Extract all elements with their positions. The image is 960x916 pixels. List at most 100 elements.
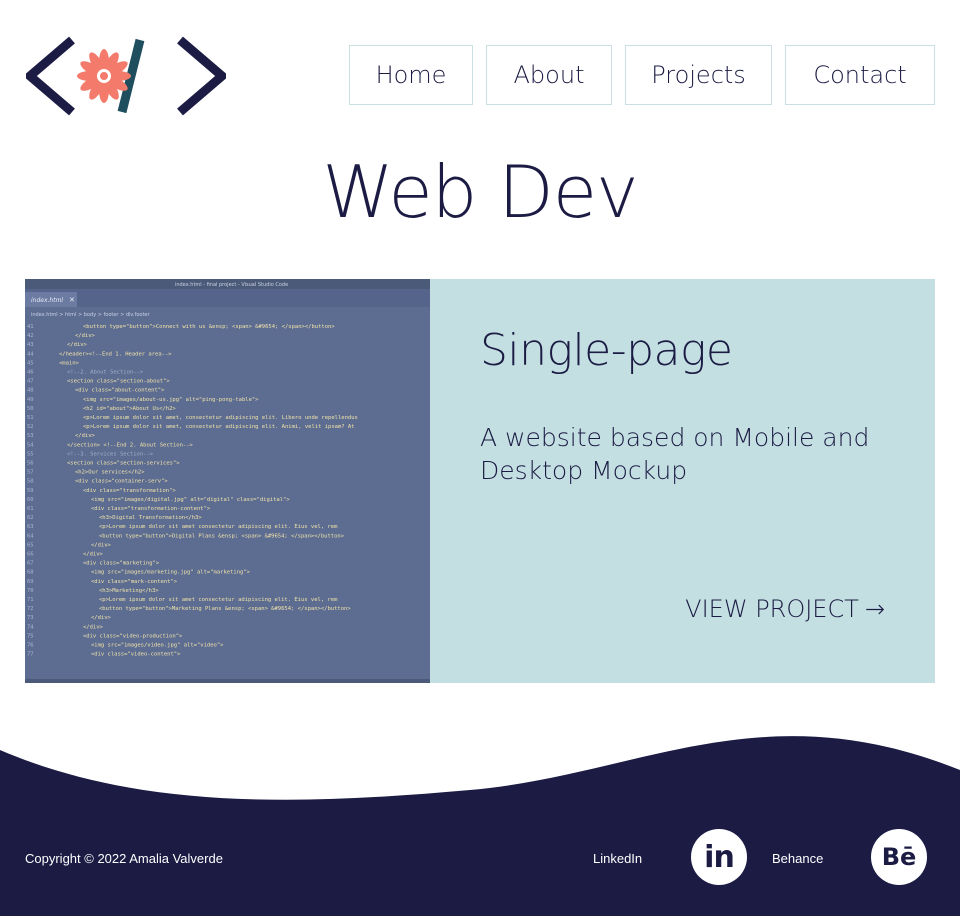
code-line-number: 46: [27, 370, 34, 376]
code-line: <div class="transformation-content">: [91, 506, 211, 512]
code-line-number: 64: [27, 533, 34, 539]
code-line: <p>Lorem ipsum dolor sit amet consectetu…: [99, 524, 338, 530]
code-line-number: 45: [27, 360, 34, 366]
code-line-number: 61: [27, 506, 34, 512]
editor-window-title: index.html - final project - Visual Stud…: [175, 282, 288, 288]
code-line-number: 50: [27, 406, 34, 412]
code-line-number: 56: [27, 461, 34, 467]
project-details: Single-page A website based on Mobile an…: [430, 279, 935, 683]
code-line-number: 54: [27, 442, 34, 448]
code-line-number: 58: [27, 479, 34, 485]
behance-link[interactable]: Behance: [772, 851, 823, 866]
code-line: </div>: [91, 542, 112, 548]
code-line-number: 77: [27, 652, 34, 658]
project-description: A website based on Mobile and Desktop Mo…: [480, 423, 870, 485]
footer: Copyright © 2022 Amalia Valverde LinkedI…: [0, 820, 960, 900]
code-line: <!--3. Services Section-->: [67, 451, 154, 457]
code-line-number: 59: [27, 488, 34, 494]
code-line-number: 70: [27, 588, 34, 594]
code-line-number: 49: [27, 397, 34, 403]
code-flower-icon: [23, 36, 229, 116]
code-line: <main>: [59, 360, 80, 366]
code-line: <img src="images/video.jpg" alt="video">: [91, 643, 224, 649]
code-line-number: 51: [27, 415, 34, 421]
code-line: <button type="button">Connect with us &e…: [83, 324, 335, 330]
code-editor-image: index.html - final project - Visual Stud…: [25, 279, 430, 683]
code-line-number: 53: [27, 433, 34, 439]
behance-icon[interactable]: Bē: [871, 829, 927, 885]
code-line: </div>: [75, 433, 96, 439]
code-line-number: 60: [27, 497, 34, 503]
code-line: </header><!--End 1. Header area-->: [59, 351, 172, 357]
code-line-number: 68: [27, 570, 34, 576]
code-line-number: 63: [27, 524, 34, 530]
code-line-number: 41: [27, 324, 34, 330]
project-card: index.html - final project - Visual Stud…: [25, 279, 935, 683]
editor-tab: index.html: [31, 297, 63, 304]
nav-projects[interactable]: Projects: [625, 45, 772, 105]
code-line-number: 71: [27, 597, 34, 603]
code-line-number: 55: [27, 451, 34, 457]
code-line-number: 44: [27, 351, 34, 357]
code-line: </div>: [75, 333, 96, 339]
code-line: </div>: [67, 342, 88, 348]
code-line: </section> <!--End 2. About Section-->: [67, 442, 194, 448]
code-line-number: 48: [27, 388, 34, 394]
code-line-number: 66: [27, 552, 34, 558]
code-line: <div class="about-content">: [75, 388, 165, 394]
code-line-number: 65: [27, 542, 34, 548]
code-line-number: 74: [27, 624, 34, 630]
code-line: <section class="section-services">: [67, 461, 180, 467]
code-line: <button type="button">Digital Plans &ens…: [99, 533, 345, 539]
code-line: <h3>Marketing</h3>: [99, 588, 159, 594]
code-line-number: 57: [27, 470, 34, 476]
linkedin-link[interactable]: LinkedIn: [593, 851, 642, 866]
linkedin-icon[interactable]: in: [691, 829, 747, 885]
code-line: <img src="images/digital.jpg" alt="digit…: [91, 497, 290, 503]
code-line: <div class="video-content">: [91, 652, 181, 658]
code-line: <div class="mark-content">: [91, 579, 178, 585]
code-line: <h2>Our services</h2>: [75, 470, 145, 476]
code-line-number: 43: [27, 342, 34, 348]
nav-contact[interactable]: Contact: [785, 45, 935, 105]
view-project-link[interactable]: VIEW PROJECT →: [685, 595, 885, 623]
tab-close-icon: ✕: [69, 296, 75, 304]
code-line: <section class="section-about">: [67, 379, 170, 385]
arrow-right-icon: →: [864, 595, 885, 623]
code-line: </div>: [91, 615, 112, 621]
code-line-number: 72: [27, 606, 34, 612]
code-line: <div class="marketing">: [83, 561, 160, 567]
site-logo[interactable]: [23, 36, 229, 116]
main-nav: Home About Projects Contact: [349, 45, 935, 105]
code-line: <p>Lorem ipsum dolor sit amet consectetu…: [99, 597, 338, 603]
code-line: <div class="video-production">: [83, 633, 183, 639]
code-line: <p>Lorem ipsum dolor sit amet, consectet…: [83, 415, 358, 421]
code-line: <img src="images/about-us.jpg" alt="ping…: [83, 397, 259, 403]
code-line-number: 52: [27, 424, 34, 430]
code-line: <img src="images/marketing.jpg" alt="mar…: [91, 570, 251, 576]
code-line-number: 69: [27, 579, 34, 585]
page-title: Web Dev: [322, 150, 638, 234]
code-line-number: 42: [27, 333, 34, 339]
code-line: </div>: [83, 552, 104, 558]
project-title: Single-page: [480, 325, 733, 376]
code-line: <h2 id="about">About Us</h2>: [83, 406, 176, 412]
code-line: <!--2. About Section-->: [67, 370, 144, 376]
code-line-number: 62: [27, 515, 34, 521]
code-line-number: 73: [27, 615, 34, 621]
code-line-number: 47: [27, 379, 34, 385]
view-project-label: VIEW PROJECT: [685, 595, 859, 623]
code-line-number: 75: [27, 633, 34, 639]
code-line: <h3>Digital Transformation</h3>: [99, 515, 202, 521]
project-screenshot: index.html - final project - Visual Stud…: [25, 279, 430, 683]
code-line: <p>Lorem ipsum dolor sit amet, consectet…: [83, 424, 355, 430]
code-line-number: 67: [27, 561, 34, 567]
code-line: </div>: [83, 624, 104, 630]
code-line-number: 76: [27, 643, 34, 649]
nav-home[interactable]: Home: [349, 45, 473, 105]
code-line: <button type="button">Marketing Plans &e…: [99, 606, 351, 612]
nav-about[interactable]: About: [486, 45, 612, 105]
editor-breadcrumb: index.html > html > body > footer > div.…: [31, 312, 150, 318]
code-line: <div class="container-serv">: [75, 479, 168, 485]
copyright-text: Copyright © 2022 Amalia Valverde: [25, 851, 223, 866]
